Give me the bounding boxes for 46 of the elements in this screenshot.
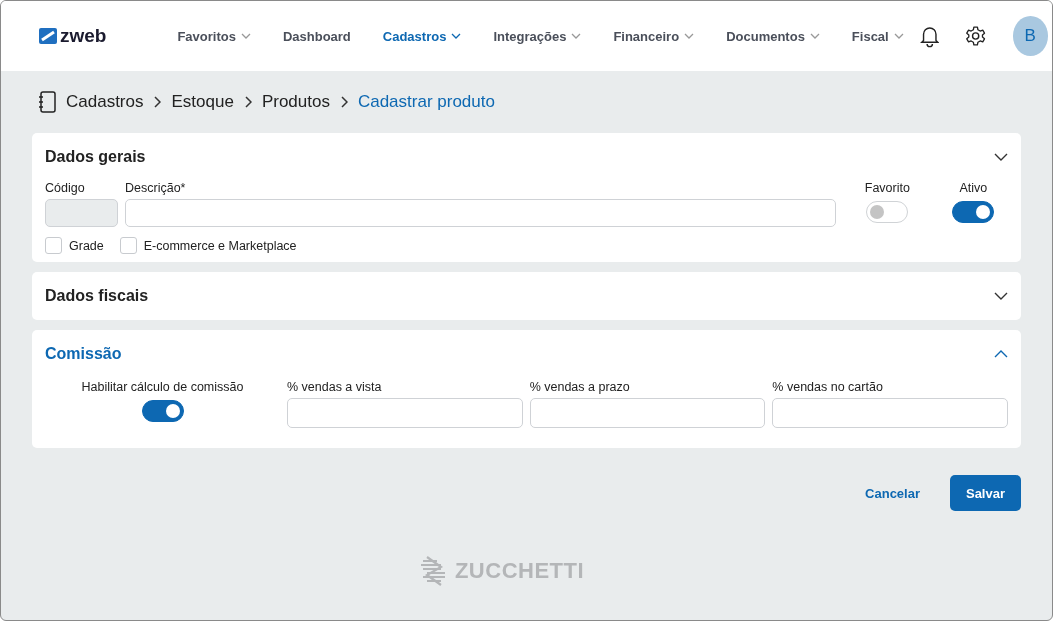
logo-icon (39, 28, 57, 44)
field-label: % vendas a prazo (529, 380, 631, 394)
chevron-down-icon[interactable] (994, 292, 1008, 300)
field-label: Código (45, 181, 86, 195)
nav-link[interactable]: Financeiro (597, 28, 711, 44)
nav-link[interactable]: Favoritos (161, 28, 267, 44)
section-title[interactable]: Dados gerais (45, 148, 146, 166)
logo-text: zweb (60, 25, 107, 47)
field-label: Descrição* (125, 181, 187, 195)
section-title[interactable]: Comissão (45, 345, 122, 363)
cancel-button[interactable]: Cancelar (849, 475, 936, 511)
toggle-label: Habilitar cálculo de comissão (81, 380, 244, 394)
toggle-switch[interactable] (141, 400, 184, 422)
input-field[interactable] (125, 199, 836, 227)
toggle-label: Ativo (959, 181, 988, 195)
nav-link[interactable]: Fiscal (835, 28, 920, 44)
save-button[interactable]: Salvar (950, 475, 1021, 511)
input-field[interactable] (772, 398, 1008, 428)
notebook-icon (38, 91, 56, 113)
toggle-switch[interactable] (952, 201, 995, 223)
chevron-up-icon[interactable] (994, 350, 1008, 358)
nav-link[interactable]: Dashboard (266, 28, 367, 44)
settings-icon[interactable] (965, 24, 987, 48)
checkbox[interactable] (119, 237, 137, 254)
chevron-right-icon (243, 96, 252, 108)
nav-link[interactable]: Cadastros (366, 28, 478, 44)
bell-icon[interactable] (919, 24, 940, 48)
chevron-down-icon[interactable] (994, 153, 1008, 161)
field-label: % vendas a vista (287, 380, 383, 394)
section-title[interactable]: Dados fiscais (45, 287, 149, 305)
field-label: % vendas no cartão (772, 380, 884, 394)
checkbox-label: E-commerce e Marketplace (143, 238, 297, 253)
chevron-down-icon[interactable] (451, 33, 462, 39)
checkbox[interactable] (45, 237, 62, 254)
breadcrumb-link[interactable]: Cadastrar produto (357, 92, 495, 112)
chevron-right-icon (153, 96, 162, 108)
breadcrumb-link[interactable]: Cadastros (66, 92, 144, 112)
nav-link[interactable]: Integrações (477, 28, 598, 44)
nav-link[interactable]: Documentos (710, 28, 836, 44)
toggle-label: Favorito (864, 181, 910, 195)
input-field[interactable] (287, 398, 523, 428)
breadcrumb-link[interactable]: Produtos (261, 92, 330, 112)
breadcrumb-link[interactable]: Estoque (171, 92, 234, 112)
chevron-right-icon (339, 96, 348, 108)
input-field[interactable] (529, 398, 766, 428)
checkbox-label: Grade (69, 238, 104, 253)
